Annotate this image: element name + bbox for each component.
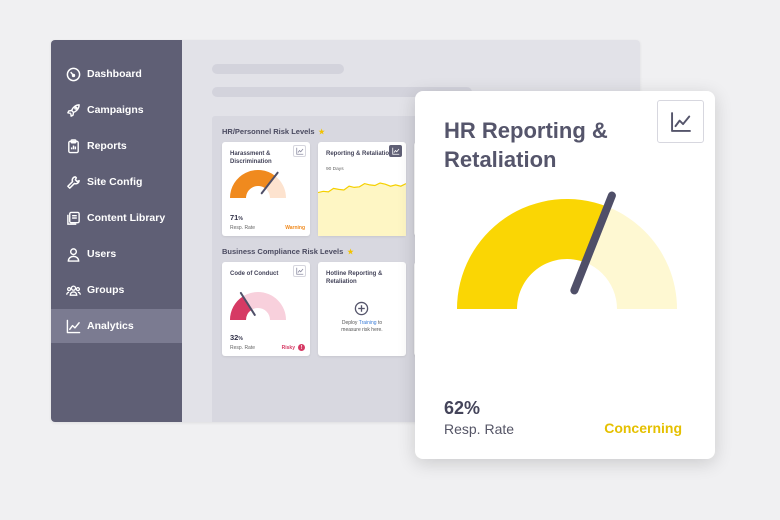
status-concerning: Concerning xyxy=(604,420,682,436)
star-icon: ★ xyxy=(347,249,354,256)
sidebar-item-label: Analytics xyxy=(87,320,134,332)
sidebar-item-label: Site Config xyxy=(87,176,143,188)
card-sub: Resp. Rate xyxy=(230,345,256,351)
status-warning: Warning xyxy=(285,225,305,231)
wrench-icon xyxy=(67,175,80,189)
sidebar: Dashboard Campaigns Reports Site Config … xyxy=(51,40,182,422)
sidebar-item-groups[interactable]: Groups xyxy=(51,273,182,307)
trend-area xyxy=(318,183,406,236)
sidebar-item-dashboard[interactable]: Dashboard xyxy=(51,57,182,91)
section-title-hr: HR/Personnel Risk Levels ★ xyxy=(222,127,325,136)
card-value: 71% xyxy=(230,213,243,222)
card-value: 32% xyxy=(230,333,243,342)
sidebar-item-site-config[interactable]: Site Config xyxy=(51,165,182,199)
section-title-business: Business Compliance Risk Levels ★ xyxy=(222,247,354,256)
sidebar-item-label: Reports xyxy=(87,140,127,152)
sidebar-item-label: Dashboard xyxy=(87,68,142,80)
sidebar-item-label: Campaigns xyxy=(87,104,144,116)
sidebar-item-reports[interactable]: Reports xyxy=(51,129,182,163)
clipboard-icon xyxy=(68,138,79,153)
trend-chart xyxy=(318,182,406,236)
groups-icon xyxy=(66,284,81,296)
detail-card[interactable]: HR Reporting & Retaliation 62% Resp. Rat… xyxy=(415,91,715,459)
sidebar-item-label: Groups xyxy=(87,284,125,296)
detail-value: 62% xyxy=(444,398,481,418)
star-icon: ★ xyxy=(318,129,325,136)
library-icon xyxy=(67,211,80,225)
card-hotline[interactable]: Hotline Reporting & Retaliation Deploy T… xyxy=(318,262,406,356)
card-harassment[interactable]: Harassment & Discrimination 71% Resp. Ra… xyxy=(222,142,310,236)
card-reporting[interactable]: Reporting & Retaliation 90 Days xyxy=(318,142,406,236)
dashboard-gauge-icon xyxy=(66,67,81,81)
rocket-icon xyxy=(67,103,80,117)
deploy-text: Deploy Training to measure risk here. xyxy=(341,320,383,333)
sidebar-item-content-library[interactable]: Content Library xyxy=(51,201,182,235)
sidebar-item-users[interactable]: Users xyxy=(51,237,182,271)
card-sub: Resp. Rate xyxy=(230,225,256,231)
sidebar-item-campaigns[interactable]: Campaigns xyxy=(51,93,182,127)
card-title: Hotline Reporting & Retaliation xyxy=(326,271,383,285)
analytics-chart-icon xyxy=(66,319,81,333)
sidebar-item-label: Users xyxy=(87,248,117,260)
alert-badge-icon: ! xyxy=(298,344,305,351)
card-conduct[interactable]: Code of Conduct 32% Resp. Rate Risky! xyxy=(222,262,310,356)
detail-sub: Resp. Rate xyxy=(444,421,515,437)
user-icon xyxy=(67,247,80,262)
status-risky: Risky! xyxy=(282,344,305,351)
skeleton-line xyxy=(212,64,344,74)
detail-gauge xyxy=(457,191,677,309)
add-circle-icon[interactable] xyxy=(354,301,369,316)
sidebar-item-label: Content Library xyxy=(87,212,166,224)
deploy-training-link[interactable]: Training xyxy=(359,320,377,326)
sidebar-item-analytics[interactable]: Analytics xyxy=(51,309,182,343)
